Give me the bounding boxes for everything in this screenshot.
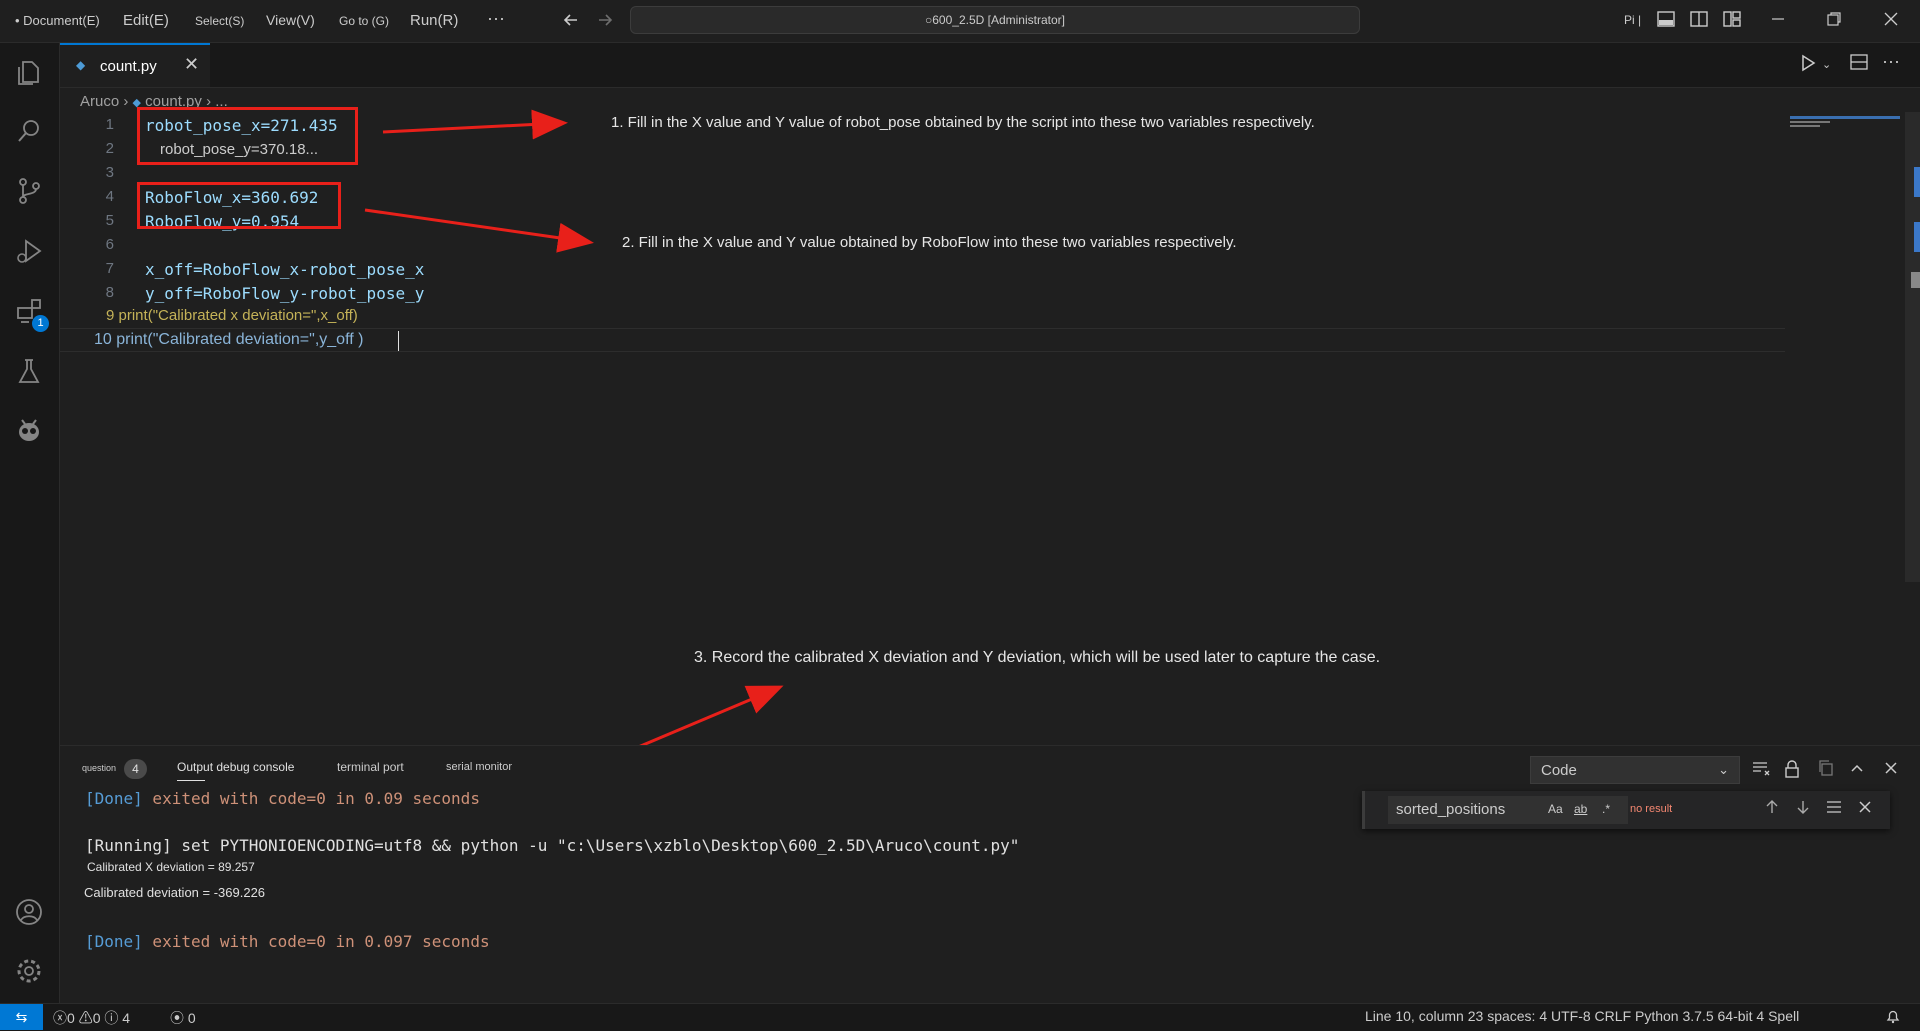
exit-text: exited with code=0 in 0.097 seconds [142, 932, 490, 951]
tab-terminal[interactable]: terminal port [337, 760, 404, 774]
annotation-step-2: 2. Fill in the X value and Y value obtai… [622, 234, 1237, 251]
find-in-selection-icon[interactable] [1824, 799, 1844, 819]
output-channel-value: Code [1541, 762, 1577, 779]
find-input-value: sorted_positions [1396, 801, 1506, 818]
close-find-icon[interactable] [1855, 799, 1875, 819]
output-line-done-2: [Done] exited with code=0 in 0.097 secon… [85, 932, 490, 951]
warning-icon: ⚠ [78, 1010, 93, 1026]
error-count: 0 [67, 1010, 75, 1026]
minimap[interactable] [1790, 112, 1902, 136]
tab-question[interactable]: question [82, 763, 116, 773]
match-case-icon[interactable]: Aa [1548, 802, 1563, 816]
problems-summary[interactable]: ⓧ0 ⚠0 ⓘ 4 [53, 1008, 130, 1028]
annotation-step-1: 1. Fill in the X value and Y value of ro… [611, 114, 1315, 131]
output-line-done-1: [Done] exited with code=0 in 0.09 second… [85, 789, 480, 808]
ports-count: 0 [187, 1010, 196, 1026]
output-calibrated-x: Calibrated X deviation = 89.257 [87, 860, 255, 874]
warning-count: 0 [92, 1010, 101, 1026]
status-right-info[interactable]: Line 10, column 23 spaces: 4 UTF-8 CRLF … [1365, 1008, 1799, 1024]
match-whole-word-icon[interactable]: ab [1574, 802, 1587, 816]
use-regex-icon[interactable]: .* [1602, 802, 1610, 816]
active-tab-underline [177, 780, 205, 781]
find-result-count: no result [1630, 803, 1673, 815]
clear-output-icon[interactable] [1751, 760, 1771, 780]
notifications-bell-icon[interactable] [1885, 1008, 1901, 1027]
tab-output[interactable]: Output debug console [177, 760, 294, 774]
remote-indicator-icon[interactable]: ⇆ [0, 1004, 43, 1030]
done-tag: [Done] [85, 789, 143, 808]
info-count: 4 [122, 1010, 131, 1026]
output-calibrated-y: Calibrated deviation = -369.226 [84, 885, 266, 900]
lock-scroll-icon[interactable] [1782, 760, 1802, 780]
question-count-badge: 4 [124, 759, 147, 779]
editor-scrollbar[interactable] [1905, 112, 1920, 582]
tab-serial-monitor[interactable]: serial monitor [446, 761, 512, 773]
exit-text: exited with code=0 in 0.09 seconds [142, 789, 480, 808]
close-panel-icon[interactable] [1881, 760, 1901, 780]
output-channel-select[interactable]: Code ⌄ [1530, 756, 1740, 784]
copy-output-icon[interactable] [1816, 760, 1836, 780]
maximize-panel-chevron-up-icon[interactable] [1847, 760, 1867, 780]
find-input[interactable]: sorted_positions [1388, 796, 1628, 824]
annotation-step-3: 3. Record the calibrated X deviation and… [694, 649, 1381, 666]
previous-match-arrow-up-icon[interactable] [1762, 799, 1782, 819]
error-icon: ⓧ [53, 1010, 67, 1026]
info-icon: ⓘ [104, 1010, 119, 1026]
next-match-arrow-down-icon[interactable] [1793, 799, 1813, 819]
output-line-running: [Running] set PYTHONIOENCODING=utf8 && p… [85, 836, 1020, 855]
chevron-down-icon: ⌄ [1718, 762, 1729, 777]
broadcast-icon: ⦿ [170, 1010, 184, 1026]
ports-indicator[interactable]: ⦿ 0 [170, 1008, 196, 1028]
done-tag: [Done] [85, 932, 143, 951]
